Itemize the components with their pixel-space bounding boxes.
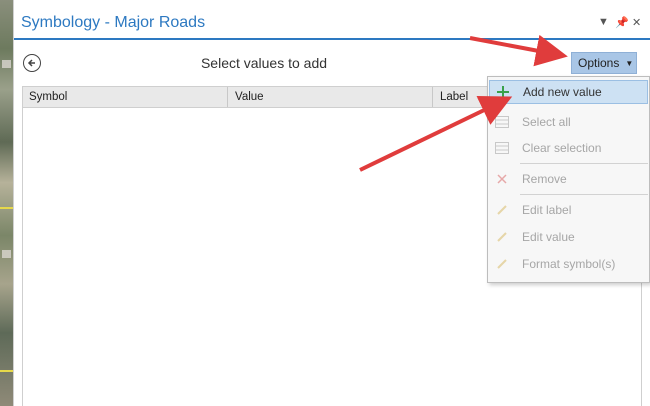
map-road [2, 250, 11, 258]
clear-selection-icon [495, 141, 509, 155]
map-road [0, 207, 13, 209]
menu-item-label: Remove [522, 172, 567, 186]
menu-item-edit-value[interactable]: Edit value [489, 225, 648, 249]
pin-icon[interactable]: 📌 [615, 16, 629, 29]
pencil-icon [495, 203, 509, 217]
pencil-icon [495, 230, 509, 244]
menu-item-label: Format symbol(s) [522, 257, 616, 271]
column-divider[interactable] [227, 87, 228, 107]
menu-item-label: Clear selection [522, 141, 602, 155]
column-divider[interactable] [432, 87, 433, 107]
menu-item-add-new-value[interactable]: Add new value [489, 80, 648, 104]
menu-item-format-symbols[interactable]: Format symbol(s) [489, 252, 648, 276]
menu-item-remove[interactable]: Remove [489, 167, 648, 191]
column-header-value[interactable]: Value [235, 91, 264, 103]
menu-separator [520, 163, 648, 164]
pane-menu-icon[interactable]: ▼ [598, 16, 609, 28]
map-background-strip [0, 0, 13, 406]
page-heading: Select values to add [200, 55, 328, 71]
pencil-icon [495, 257, 509, 271]
options-button-label: Options [578, 56, 620, 70]
map-road [2, 60, 11, 68]
close-icon[interactable]: ✕ [632, 16, 641, 29]
chevron-down-icon: ▼ [625, 58, 634, 68]
pane-title-bar: Symbology - Major Roads ▼ 📌 ✕ [14, 0, 650, 40]
pane-title: Symbology - Major Roads [21, 14, 206, 31]
column-header-label[interactable]: Label [440, 91, 468, 103]
menu-item-edit-label[interactable]: Edit label [489, 198, 648, 222]
options-dropdown-menu: Add new value Select all Clear selection… [487, 76, 650, 283]
menu-item-label: Select all [522, 115, 571, 129]
column-header-symbol[interactable]: Symbol [29, 91, 67, 103]
plus-icon [496, 85, 510, 99]
menu-item-label: Add new value [523, 85, 602, 99]
menu-item-select-all[interactable]: Select all [489, 110, 648, 134]
map-road [0, 370, 13, 372]
menu-separator [520, 194, 648, 195]
menu-item-clear-selection[interactable]: Clear selection [489, 136, 648, 160]
options-button[interactable]: Options ▼ [571, 52, 637, 74]
select-all-icon [495, 115, 509, 129]
remove-x-icon [495, 172, 509, 186]
title-accent-line [14, 38, 650, 40]
menu-item-label: Edit value [522, 230, 575, 244]
menu-item-label: Edit label [522, 203, 572, 217]
